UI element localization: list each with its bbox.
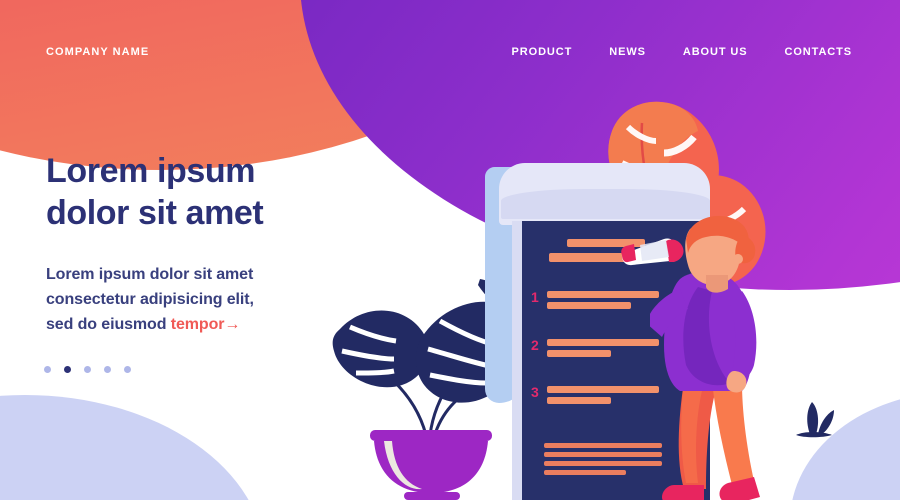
carousel-dot-2[interactable]	[64, 366, 71, 373]
hero-text-block: Lorem ipsum dolor sit amet Lorem ipsum d…	[46, 150, 376, 337]
doc-item-2-line-1	[547, 339, 659, 346]
nav-item-about-us[interactable]: ABOUT US	[683, 46, 748, 58]
doc-list-number-3: 3	[531, 384, 539, 400]
hero-subtitle-line-1: Lorem ipsum dolor sit amet	[46, 266, 254, 283]
doc-item-3-line-2	[547, 397, 611, 404]
hero-subtitle: Lorem ipsum dolor sit amet consectetur a…	[46, 262, 376, 337]
person-ear	[733, 254, 743, 264]
navy-sprout-icon	[796, 402, 834, 438]
doc-item-2-line-2	[547, 350, 611, 357]
doc-list-number-2: 2	[531, 337, 539, 353]
hero-illustration: 1 2 3	[330, 95, 900, 500]
scroll-left-edge	[512, 221, 522, 500]
person-shoe-front	[719, 477, 760, 500]
doc-footer-line-2	[544, 452, 662, 457]
doc-list-number-1: 1	[531, 289, 539, 305]
main-navigation: PRODUCT NEWS ABOUT US CONTACTS	[512, 46, 852, 58]
person-neck	[706, 275, 728, 293]
carousel-dot-5[interactable]	[124, 366, 131, 373]
carousel-dot-1[interactable]	[44, 366, 51, 373]
plant-pot	[370, 430, 492, 500]
doc-footer-line-4	[544, 470, 626, 475]
doc-item-1-line-1	[547, 291, 659, 298]
periwinkle-blob-bottom-left	[0, 395, 265, 500]
nav-item-news[interactable]: NEWS	[609, 46, 646, 58]
marker-pen-icon	[621, 238, 684, 266]
page-title-line-2: dolor sit amet	[46, 194, 264, 232]
arrow-right-icon: →	[224, 316, 241, 333]
hero-cta-label: tempor	[170, 316, 225, 333]
person-shoe-back	[662, 485, 704, 500]
doc-item-1-line-2	[547, 302, 631, 309]
brand-logo-text[interactable]: COMPANY NAME	[46, 46, 149, 58]
carousel-dots	[44, 366, 131, 373]
site-header: COMPANY NAME PRODUCT NEWS ABOUT US CONTA…	[0, 0, 900, 108]
landing-page-hero: COMPANY NAME PRODUCT NEWS ABOUT US CONTA…	[0, 0, 900, 500]
carousel-dot-3[interactable]	[84, 366, 91, 373]
person-front-leg	[712, 381, 754, 485]
doc-footer-line-1	[544, 443, 662, 448]
hero-subtitle-line-3: sed do eiusmod	[46, 316, 171, 333]
carousel-dot-4[interactable]	[104, 366, 111, 373]
nav-item-product[interactable]: PRODUCT	[512, 46, 573, 58]
page-title-line-1: Lorem ipsum	[46, 152, 256, 190]
doc-item-3-line-1	[547, 386, 659, 393]
nav-item-contacts[interactable]: CONTACTS	[785, 46, 853, 58]
page-title: Lorem ipsum dolor sit amet	[46, 150, 376, 234]
hero-subtitle-line-2: consectetur adipisicing elit,	[46, 291, 254, 308]
hero-cta-link[interactable]: tempor→	[171, 316, 241, 333]
doc-footer-line-3	[544, 461, 662, 466]
